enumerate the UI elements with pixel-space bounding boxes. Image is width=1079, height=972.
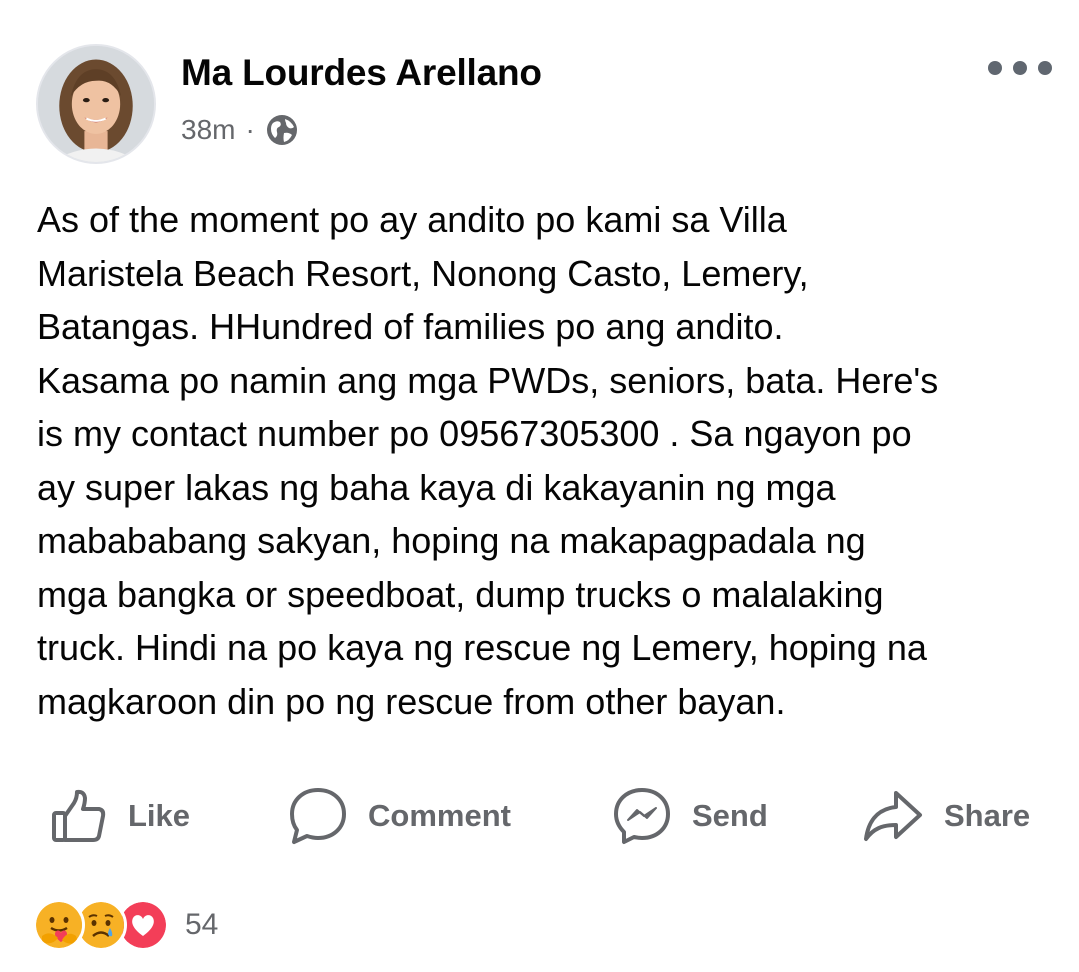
author-avatar[interactable] bbox=[36, 44, 156, 164]
globe-icon[interactable] bbox=[265, 113, 299, 147]
reaction-count: 54 bbox=[185, 908, 219, 941]
comment-bubble-icon bbox=[290, 788, 346, 844]
comment-label: Comment bbox=[368, 798, 511, 833]
more-dot bbox=[988, 61, 1002, 75]
more-dot bbox=[1038, 61, 1052, 75]
like-button[interactable]: Like bbox=[50, 784, 190, 848]
post-timestamp[interactable]: 38m bbox=[181, 114, 235, 146]
send-button[interactable]: Send bbox=[612, 784, 768, 848]
post-body-text: As of the moment po ay andito po kami sa… bbox=[37, 199, 939, 722]
share-button[interactable]: Share bbox=[862, 784, 1030, 848]
meta-separator: · bbox=[245, 114, 255, 145]
author-name[interactable]: Ma Lourdes Arellano bbox=[181, 52, 542, 94]
like-label: Like bbox=[128, 798, 191, 833]
share-label: Share bbox=[944, 798, 1031, 833]
comment-button[interactable]: Comment bbox=[288, 784, 511, 848]
share-arrow-icon bbox=[864, 791, 922, 841]
more-options-icon[interactable] bbox=[988, 56, 1052, 80]
more-dot bbox=[1013, 61, 1027, 75]
reactions-summary[interactable]: 54 bbox=[33, 897, 218, 953]
send-label: Send bbox=[692, 798, 768, 833]
thumbs-up-icon bbox=[52, 789, 106, 842]
messenger-icon bbox=[614, 788, 670, 844]
facebook-post: Ma Lourdes Arellano 38m · As of the mome… bbox=[0, 0, 1079, 972]
care-reaction-icon bbox=[33, 899, 85, 951]
post-meta: 38m · bbox=[181, 110, 299, 150]
avatar-photo bbox=[38, 46, 154, 162]
